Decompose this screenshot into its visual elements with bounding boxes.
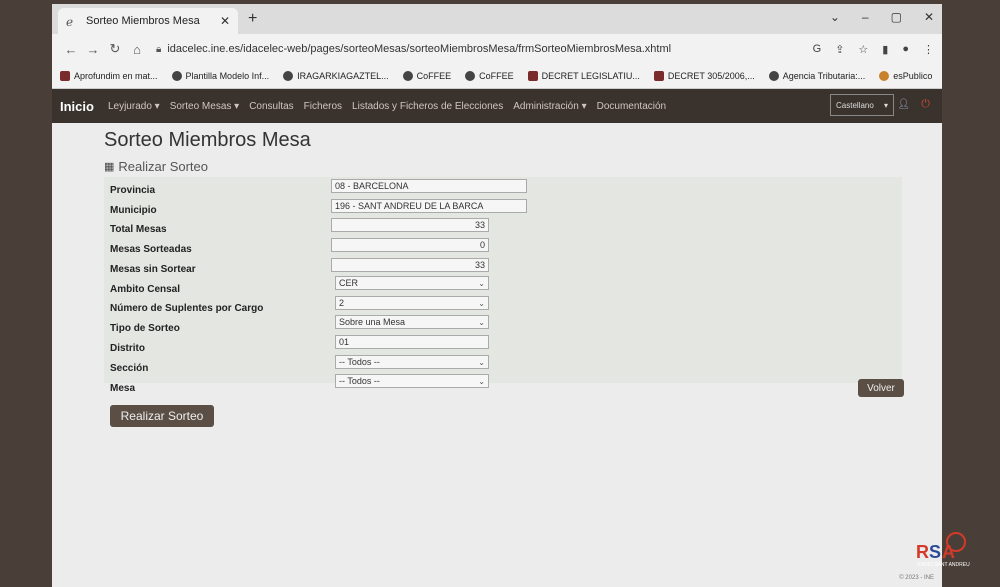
realizar-sorteo-button[interactable]: Realizar Sorteo [110,405,214,427]
browser-window: ℯ Sorteo Miembros Mesa ✕ + ⌄ – ▢ ✕ ← → ↻… [52,4,942,587]
back-icon[interactable]: ← [60,42,82,57]
nav-ficheros[interactable]: Ficheros [304,101,342,112]
bookmark-item[interactable]: Agencia Tributaria:... [768,71,865,81]
window-controls: ⌄ – ▢ ✕ [830,10,934,24]
main-content: Sorteo Miembros Mesa ▦ Realizar Sorteo P… [52,123,942,583]
brand-home-link[interactable]: Inicio [60,99,94,114]
ine-favicon-icon: ℯ [66,15,74,29]
google-icon[interactable]: G [813,43,822,56]
grid-icon: ▦ [104,161,115,173]
globe-icon [465,71,476,81]
section-title: ▦ Realizar Sorteo [104,159,209,174]
bookmark-icon [527,71,538,81]
bookmark-icon [60,71,70,81]
reload-icon[interactable]: ↻ [104,41,126,57]
page-title: Sorteo Miembros Mesa [104,129,311,151]
municipio-label: Municipio [110,205,157,216]
minimize-icon[interactable]: – [862,10,869,24]
browser-tab[interactable]: ℯ Sorteo Miembros Mesa ✕ [58,8,238,34]
agencia-icon [768,71,779,81]
app-navbar: Inicio Leyjurado ▾ Sorteo Mesas ▾ Consul… [52,89,942,123]
address-bar: ← → ↻ ⌂ 🔒︎ idacelec.ine.es/idacelec-web/… [52,34,942,64]
bookmark-icon [653,71,664,81]
globe-icon [283,71,294,81]
bookmark-item[interactable]: Aprofundim en mat... [60,71,158,81]
total-mesas-label: Total Mesas [110,224,167,235]
lock-icon[interactable]: 🔒︎ [156,44,161,55]
suplentes-select[interactable]: 2 ⌄ [335,296,489,310]
star-icon[interactable]: ☆ [858,43,868,56]
user-icon[interactable]: 👤︎ [897,99,910,110]
seccion-select[interactable]: -- Todos -- ⌄ [335,355,489,369]
close-tab-icon[interactable]: ✕ [220,14,230,28]
tipo-sorteo-select[interactable]: Sobre una Mesa ⌄ [335,315,489,329]
svg-text:S: S [929,542,941,562]
tab-strip: ℯ Sorteo Miembros Mesa ✕ + ⌄ – ▢ ✕ [52,4,942,34]
url-field[interactable]: idacelec.ine.es/idacelec-web/pages/sorte… [167,43,671,55]
address-actions: G ⇪ ☆ ▮ ● ⋮ [813,43,934,56]
mesa-select[interactable]: -- Todos -- ⌄ [335,374,489,388]
menu-icon[interactable]: ⋮ [923,43,934,56]
nav-documentacion[interactable]: Documentación [597,101,666,112]
profile-icon[interactable]: ● [902,43,909,56]
bookmark-item[interactable]: DECRET 305/2006,... [653,71,755,81]
bookmark-item[interactable]: IRAGARKIAGAZTEL... [283,71,389,81]
footer-copyright: © 2023 - INE [899,575,934,581]
new-tab-icon[interactable]: + [248,10,257,28]
total-mesas-field[interactable]: 33 [331,218,489,232]
globe-icon [171,71,182,81]
suplentes-label: Número de Suplentes por Cargo [110,303,264,314]
municipio-field[interactable]: 196 - SANT ANDREU DE LA BARCA [331,199,527,213]
forward-icon[interactable]: → [82,42,104,57]
chevron-down-icon: ▾ [883,100,888,110]
espublico-icon [879,71,890,81]
nav-sorteo-mesas[interactable]: Sorteo Mesas ▾ [170,101,240,112]
mesas-sorteadas-label: Mesas Sorteadas [110,244,192,255]
chevron-down-icon: ⌄ [478,298,485,308]
svg-text:R: R [916,542,929,562]
bookmarks-bar: Aprofundim en mat... Plantilla Modelo In… [52,64,942,89]
provincia-field[interactable]: 08 - BARCELONA [331,179,527,193]
bookmark-item[interactable]: DECRET LEGISLATIU... [527,71,640,81]
rsa-radio-logo: R S A RADIO SANT ANDREU [916,532,970,568]
globe-icon [402,71,413,81]
bookmark-item[interactable]: esPublico [879,71,932,81]
chevron-down-icon: ⌄ [478,317,485,327]
nav-administracion[interactable]: Administración ▾ [513,101,586,112]
seccion-label: Sección [110,363,149,374]
ambito-censal-select[interactable]: CER ⌄ [335,276,489,290]
nav-leyjurado[interactable]: Leyjurado ▾ [108,101,160,112]
svg-text:A: A [942,542,955,562]
bookmark-item[interactable]: CoFFEE [465,71,514,81]
nav-listados[interactable]: Listados y Ficheros de Elecciones [352,101,503,112]
bookmark-item[interactable]: CoFFEE [402,71,451,81]
tab-title: Sorteo Miembros Mesa [86,15,200,27]
chevron-down-icon: ⌄ [478,376,485,386]
ambito-censal-label: Ambito Censal [110,284,181,295]
bookmark-item[interactable]: Plantilla Modelo Inf... [171,71,269,81]
close-window-icon[interactable]: ✕ [924,10,934,24]
power-icon[interactable]: ⏻ [921,98,930,111]
nav-consultas[interactable]: Consultas [249,101,293,112]
volver-button[interactable]: Volver [858,379,904,397]
distrito-label: Distrito [110,343,145,354]
mesas-sorteadas-field[interactable]: 0 [331,238,489,252]
maximize-icon[interactable]: ▢ [891,10,902,24]
mesas-sin-sortear-field[interactable]: 33 [331,258,489,272]
mesas-sin-sortear-label: Mesas sin Sortear [110,264,196,275]
mesa-label: Mesa [110,383,136,394]
chevron-down-icon[interactable]: ⌄ [830,10,840,24]
provincia-label: Provincia [110,185,156,196]
share-icon[interactable]: ⇪ [835,43,844,56]
language-select[interactable]: Castellano ▾ [830,94,894,116]
distrito-field[interactable]: 01 [335,335,489,349]
chevron-down-icon: ⌄ [478,278,485,288]
home-icon[interactable]: ⌂ [126,42,148,57]
tipo-sorteo-label: Tipo de Sorteo [110,323,180,334]
sidepanel-icon[interactable]: ▮ [882,43,888,56]
chevron-down-icon: ⌄ [478,357,485,367]
svg-text:RADIO SANT ANDREU: RADIO SANT ANDREU [917,562,970,568]
